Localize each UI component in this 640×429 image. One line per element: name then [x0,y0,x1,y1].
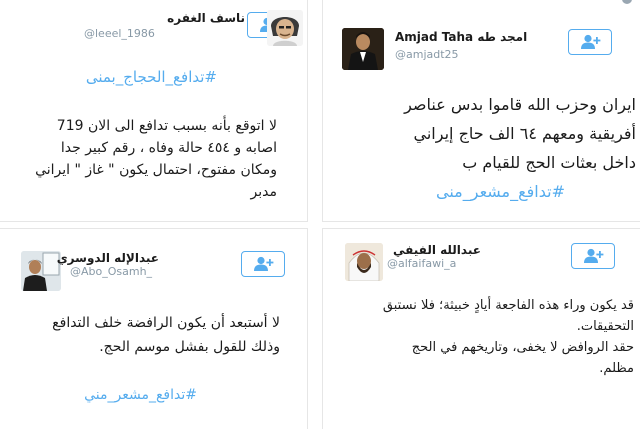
display-name[interactable]: عبدالله الفيفي [393,243,481,257]
user-handle[interactable]: @Abo_Osamh_ [70,265,152,278]
follow-button[interactable] [568,29,612,55]
man-at-window-avatar [21,251,61,291]
tweet-card-top-left: ناسف الغفره @leeel_1986 #تدافع_الحجاج_بم… [0,0,308,222]
add-user-icon [581,34,601,49]
avatar[interactable] [345,243,383,281]
display-name[interactable]: Amjad Taha امجد طه [395,30,527,44]
tweet-text: لا اتوقع بأنه بسبب تدافع الى الان 719 اص… [35,118,277,200]
follow-button[interactable] [241,251,285,277]
avatar[interactable] [21,251,61,291]
man-in-suit-avatar [342,28,384,70]
user-handle[interactable]: @amjadt25 [395,48,459,61]
avatar[interactable] [267,10,303,46]
sheikh-avatar [345,243,383,281]
tweet-card-top-right: Amjad Taha امجد طه @amjadt25 ايران وحزب … [322,0,640,222]
cartoon-man-avatar [267,10,303,46]
follow-button[interactable] [571,243,615,269]
hashtag-link[interactable]: #تدافع_مشعر_منى [436,182,565,201]
tweet-text: ايران وحزب الله قاموا بدس عناصر أفريقية … [404,95,636,172]
user-handle[interactable]: @leeel_1986 [84,27,155,40]
tweet-card-bottom-left: عبدالإله الدوسري @Abo_Osamh_ لا أستبعد أ… [0,228,308,429]
tweet-text: قد يكون وراء هذه الفاجعة أيادٍ خبيثة؛ فل… [382,298,634,376]
display-name[interactable]: عبدالإله الدوسري [57,251,159,265]
add-user-icon [584,248,604,263]
avatar[interactable] [342,28,384,70]
display-name[interactable]: ناسف الغفره [167,11,245,25]
user-handle[interactable]: @alfaifawi_a [387,257,456,270]
tweet-text: لا أستبعد أن يكون الرافضة خلف التدافع وذ… [52,315,280,355]
hashtag-link[interactable]: #تدافع_مشعر_مني [84,387,197,403]
hashtag-link[interactable]: #تدافع_الحجاج_بمنى [86,68,217,86]
add-user-icon [254,256,274,271]
tweet-card-bottom-right: عبدالله الفيفي @alfaifawi_a قد يكون وراء… [322,228,640,429]
